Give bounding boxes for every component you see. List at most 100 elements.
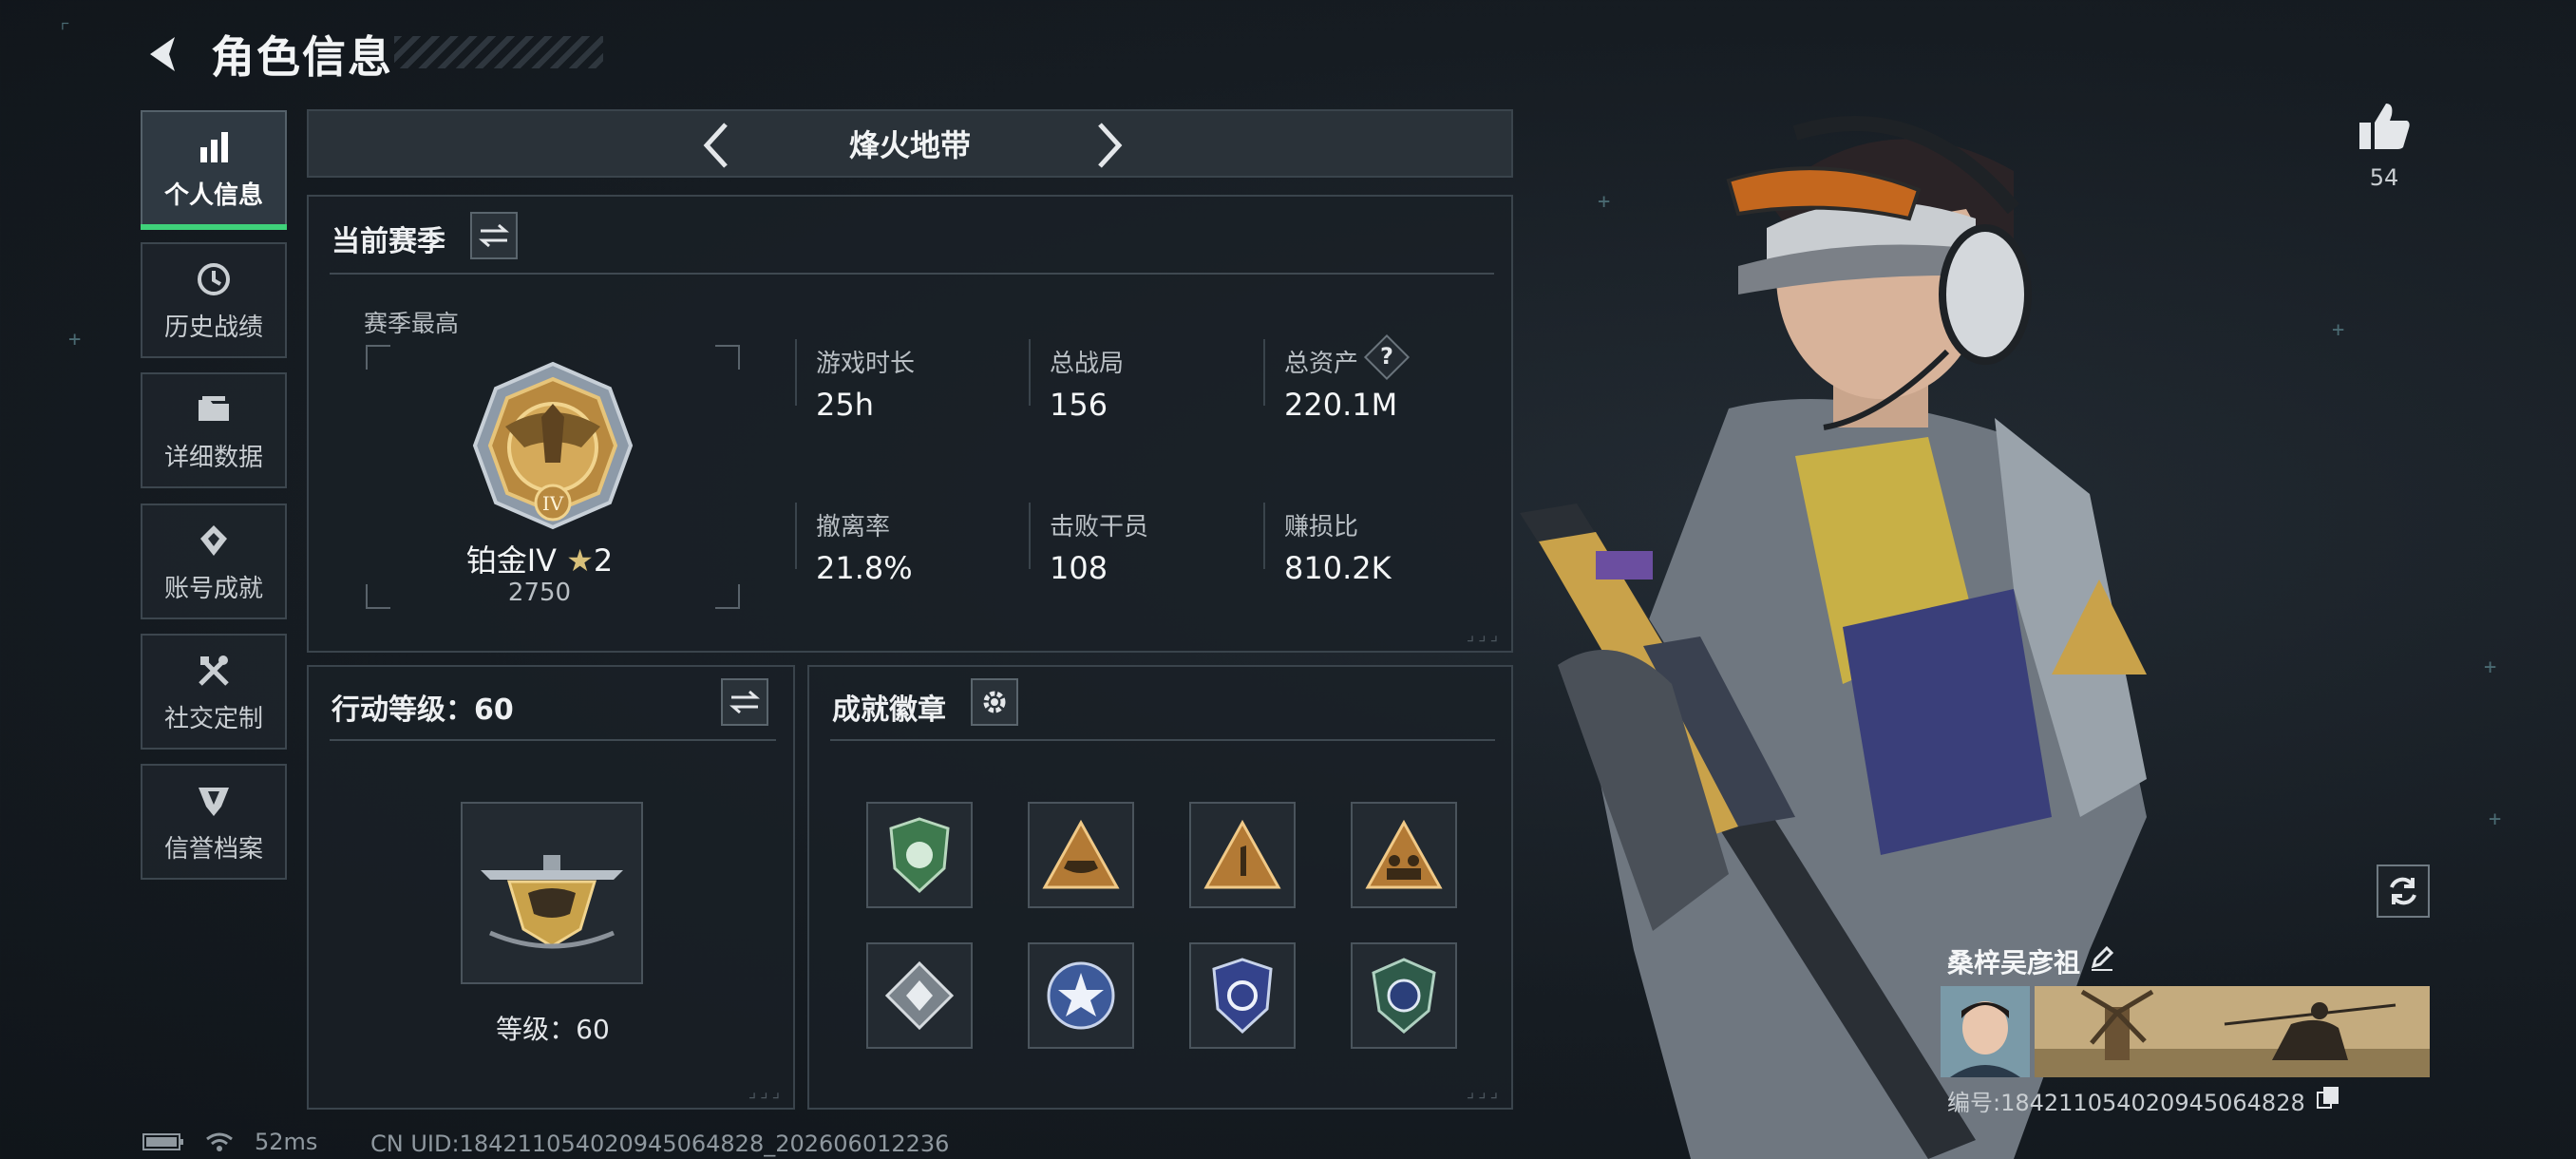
green-crest-badge-icon <box>1372 958 1436 1034</box>
grid-cross-deco: + <box>2332 318 2345 342</box>
boat-triangle-badge-icon <box>1042 819 1120 889</box>
next-mode-button[interactable] <box>1080 117 1137 174</box>
folder-icon <box>193 389 235 430</box>
gear-icon <box>983 691 1006 713</box>
corner-deco: ⌜ <box>59 19 72 43</box>
sidebar-item-label: 详细数据 <box>163 443 263 472</box>
season-panel: 当前赛季 赛季最高 IV 铂金IV ★2 2750 游戏时长 25h 总战局 1… <box>307 195 1513 653</box>
season-title: 当前赛季 <box>331 225 445 258</box>
stat-separator <box>795 339 797 406</box>
like-button[interactable]: 54 <box>2346 100 2422 191</box>
player-id: 编号:1842110540209450648​28 <box>1947 1090 2305 1116</box>
level-caption: 等级：60 <box>496 1014 610 1045</box>
grid-cross-deco: + <box>68 328 82 352</box>
help-button[interactable] <box>1363 333 1411 381</box>
svg-text:IV: IV <box>542 492 564 515</box>
stat-value: 220.1M <box>1284 387 1398 423</box>
badge-slot[interactable] <box>866 802 973 908</box>
back-arrow-icon[interactable] <box>142 31 188 77</box>
number-one-triangle-badge-icon <box>1203 819 1281 889</box>
panel-divider <box>830 739 1495 741</box>
sidebar-item-social[interactable]: 社交定制 <box>141 634 287 750</box>
rank-line: 铂金IV ★2 <box>309 537 770 580</box>
badge-slot[interactable] <box>866 942 973 1049</box>
badge-settings-button[interactable] <box>971 678 1018 726</box>
prev-mode-button[interactable] <box>689 117 746 174</box>
stat-value: 108 <box>1050 550 1108 586</box>
sidebar-item-detail-data[interactable]: 详细数据 <box>141 372 287 488</box>
wifi-icon <box>206 1132 233 1151</box>
ping-text: 52ms <box>255 1129 318 1155</box>
frame-corner <box>715 345 740 370</box>
switch-season-button[interactable] <box>470 212 518 259</box>
refresh-button[interactable] <box>2377 864 2430 918</box>
blue-crest-badge-icon <box>1212 958 1273 1035</box>
squad-triangle-badge-icon <box>1365 819 1443 889</box>
edit-pencil-icon[interactable] <box>2088 943 2120 976</box>
sidebar-item-credit[interactable]: 信誉档案 <box>141 764 287 880</box>
season-best-label: 赛季最高 <box>364 310 460 337</box>
thumbs-up-icon <box>2359 104 2410 149</box>
switch-level-button[interactable] <box>721 678 768 726</box>
rank-score: 2750 <box>507 579 572 607</box>
stat-label: 击败干员 <box>1050 513 1149 542</box>
badge-slot[interactable] <box>1189 942 1296 1049</box>
avatar[interactable] <box>1941 986 2030 1077</box>
action-level-panel: 行动等级：60 等级：60 ⌟⌟⌟ <box>307 665 795 1110</box>
achievement-icon <box>193 520 235 561</box>
chevron-left-icon <box>703 123 728 168</box>
profile-banner[interactable] <box>2035 986 2430 1077</box>
uid-text: CN UID:184211054020945064828_20260601223… <box>370 1130 950 1157</box>
sidebar-item-label: 信誉档案 <box>163 834 263 864</box>
level-title: 行动等级：60 <box>331 694 514 727</box>
star-icon: ★ <box>566 542 594 579</box>
history-clock-icon <box>193 258 235 300</box>
sidebar-item-personal-info[interactable]: 个人信息 <box>141 110 287 230</box>
stat-separator <box>1029 503 1031 569</box>
stat-value: 810.2K <box>1284 550 1392 586</box>
bar-chart-icon <box>193 126 235 168</box>
stat-separator <box>1263 339 1265 406</box>
badges-title: 成就徽章 <box>832 694 946 727</box>
stat-label: 撤离率 <box>816 513 891 542</box>
status-bar: 52ms <box>142 1129 317 1155</box>
grid-cross-deco: + <box>2484 656 2497 679</box>
sidebar-item-label: 账号成就 <box>163 574 263 603</box>
badge-slot[interactable] <box>1028 802 1134 908</box>
sidebar-item-achievements[interactable]: 账号成就 <box>141 504 287 619</box>
badge-slot[interactable] <box>1028 942 1134 1049</box>
sidebar-item-history[interactable]: 历史战绩 <box>141 242 287 358</box>
frame-corner <box>366 345 390 370</box>
player-name: 桑梓吴彦祖 <box>1947 947 2081 978</box>
achievement-badges-panel: 成就徽章 ⌟⌟⌟ <box>807 665 1513 1110</box>
sidebar-item-label: 历史战绩 <box>163 313 263 342</box>
sidebar-item-label: 社交定制 <box>163 704 263 733</box>
badge-slot[interactable] <box>1351 942 1457 1049</box>
grid-cross-deco: + <box>2489 808 2502 831</box>
chevron-right-icon <box>1098 123 1123 168</box>
green-shield-badge-icon <box>889 817 950 894</box>
badge-slot[interactable] <box>1189 802 1296 908</box>
panel-divider <box>330 739 776 741</box>
diamond-badge-icon <box>884 960 955 1031</box>
stat-value: 21.8% <box>816 550 913 586</box>
stat-label: 赚损比 <box>1284 513 1359 542</box>
panel-divider <box>330 273 1494 275</box>
badge-slot[interactable] <box>1351 802 1457 908</box>
copy-icon[interactable] <box>2316 1085 2340 1110</box>
stat-label: 游戏时长 <box>816 350 916 378</box>
stat-label: 总资产 <box>1284 350 1359 378</box>
star-round-badge-icon <box>1047 961 1115 1030</box>
battery-icon <box>142 1133 183 1150</box>
page-title: 角色信息 <box>211 31 393 83</box>
corner-deco: ⌟⌟⌟ <box>748 1082 784 1102</box>
sidebar-item-label: 个人信息 <box>163 180 263 210</box>
stat-label: 总战局 <box>1050 350 1125 378</box>
helicopter-emblem-icon <box>481 855 623 949</box>
rank-emblem-icon: IV <box>467 360 638 531</box>
header: 角色信息 <box>142 21 393 87</box>
stat-separator <box>1029 339 1031 406</box>
mode-title: 烽火地带 <box>848 127 971 163</box>
stat-value: 25h <box>816 387 874 423</box>
title-stripes-deco <box>394 36 603 68</box>
